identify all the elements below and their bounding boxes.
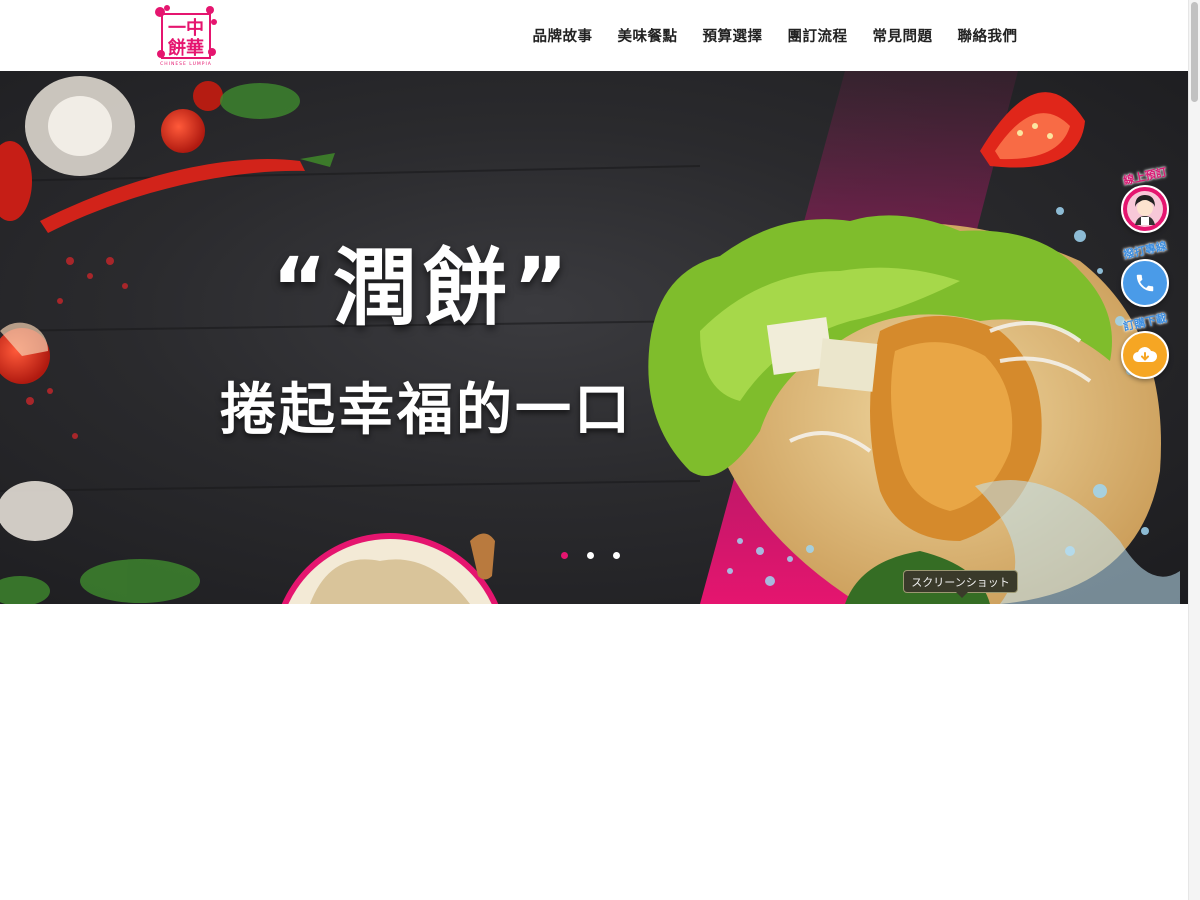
logo-text-top: 一中 xyxy=(168,17,204,39)
page-scrollbar[interactable] xyxy=(1188,0,1200,900)
nav-budget[interactable]: 預算選擇 xyxy=(690,25,775,46)
brand-logo[interactable]: 一中 餅華 CHINESE LUMPIA xyxy=(152,2,220,68)
slider-pagination xyxy=(561,552,620,559)
main-nav: 品牌故事 美味餐點 預算選擇 團訂流程 常見問題 聯絡我們 xyxy=(520,0,1030,71)
page-scrollbar-thumb[interactable] xyxy=(1191,2,1198,102)
phone-icon[interactable] xyxy=(1121,259,1169,307)
slider-dot-1[interactable] xyxy=(561,552,568,559)
nav-group-order[interactable]: 團訂流程 xyxy=(775,25,860,46)
nav-faq[interactable]: 常見問題 xyxy=(860,25,945,46)
site-header: 一中 餅華 CHINESE LUMPIA 品牌故事 美味餐點 預算選擇 團訂流程… xyxy=(0,0,1188,71)
float-call-hotline[interactable]: 撥打專線 xyxy=(1120,240,1170,307)
nav-brand-story[interactable]: 品牌故事 xyxy=(520,25,605,46)
chef-girl-icon[interactable] xyxy=(1121,185,1169,233)
cloud-download-icon[interactable] xyxy=(1121,331,1169,379)
nav-contact[interactable]: 聯絡我們 xyxy=(945,25,1030,46)
hero-subtitle: 捲起幸福的一口 xyxy=(220,378,633,443)
screenshot-tooltip: スクリーンショット xyxy=(903,570,1018,598)
logo-subtext: CHINESE LUMPIA xyxy=(160,61,212,67)
hero-title: “潤餅” xyxy=(271,239,575,337)
float-online-order[interactable]: 線上預訂 xyxy=(1120,166,1170,233)
slider-dot-2[interactable] xyxy=(587,552,594,559)
nav-menu[interactable]: 美味餐點 xyxy=(605,25,690,46)
logo-text-bottom: 餅華 xyxy=(168,37,204,59)
float-order-download[interactable]: 訂購下載 xyxy=(1120,312,1170,379)
hero-background-image xyxy=(0,71,1180,604)
hero-slider[interactable]: “潤餅” 捲起幸福的一口 xyxy=(0,71,1188,604)
slider-dot-3[interactable] xyxy=(613,552,620,559)
